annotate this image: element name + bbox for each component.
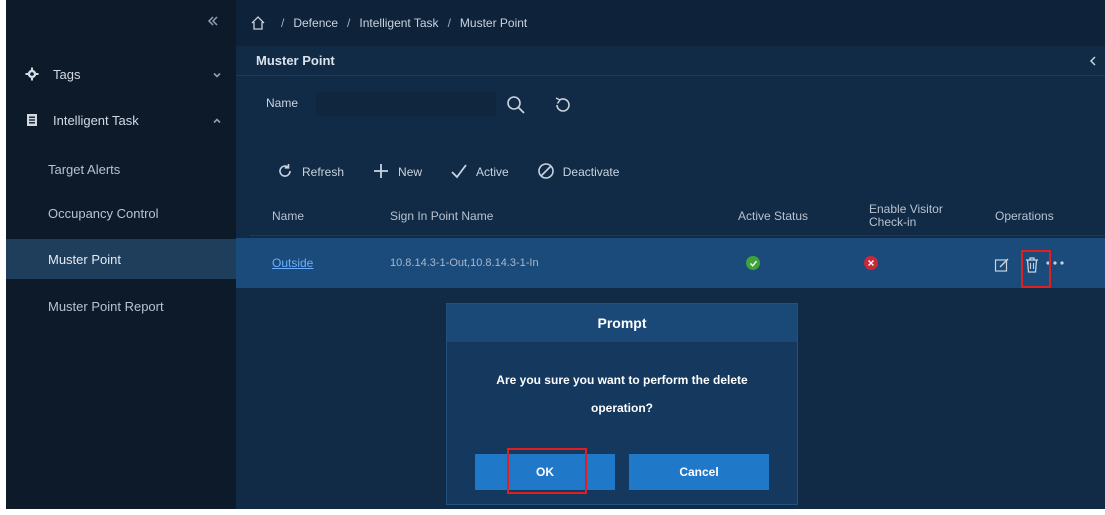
checkmark-icon bbox=[450, 162, 476, 183]
sidebar-group-label: Intelligent Task bbox=[53, 112, 139, 128]
column-header-active-status: Active Status bbox=[738, 208, 809, 223]
active-status-cell bbox=[746, 238, 760, 288]
plus-icon bbox=[372, 162, 398, 183]
breadcrumb-separator: / bbox=[281, 16, 285, 30]
sidebar-item-label: Occupancy Control bbox=[48, 205, 159, 221]
sidebar-item-muster-point[interactable]: Muster Point bbox=[6, 239, 240, 279]
clipboard-icon bbox=[25, 113, 39, 127]
ok-button[interactable]: OK bbox=[475, 454, 615, 490]
collapse-panel-icon[interactable] bbox=[1087, 54, 1099, 68]
sidebar-item-label: Muster Point bbox=[48, 251, 121, 267]
dialog-title: Prompt bbox=[447, 304, 797, 342]
collapse-sidebar-icon[interactable] bbox=[206, 14, 220, 28]
chevron-up-icon bbox=[212, 114, 222, 124]
cancel-button[interactable]: Cancel bbox=[629, 454, 769, 490]
new-label: New bbox=[398, 165, 423, 179]
refresh-button[interactable]: Refresh bbox=[276, 162, 344, 183]
column-header-name: Name bbox=[272, 208, 305, 223]
dialog-message: Are you sure you want to perform the del… bbox=[496, 373, 748, 415]
sidebar: Tags Intelligent Task Target Alerts Occu… bbox=[6, 0, 240, 509]
disabled-status-icon bbox=[864, 256, 878, 270]
sidebar-item-muster-point-report[interactable]: Muster Point Report bbox=[6, 286, 236, 326]
sidebar-group-intelligent-task[interactable]: Intelligent Task bbox=[6, 100, 236, 140]
row-sign-in-point-name: 10.8.14.3-1-Out,10.8.14.3-1-In bbox=[390, 257, 539, 269]
breadcrumb-item-muster-point: Muster Point bbox=[459, 16, 528, 30]
page-title: Muster Point bbox=[236, 46, 1105, 76]
column-header-operations: Operations bbox=[995, 208, 1054, 223]
sidebar-group-label: Tags bbox=[53, 66, 81, 82]
home-icon[interactable] bbox=[250, 15, 266, 31]
active-label: Active bbox=[476, 165, 509, 179]
sidebar-item-label: Target Alerts bbox=[48, 161, 121, 177]
sidebar-item-target-alerts[interactable]: Target Alerts bbox=[6, 149, 236, 189]
row-name-link[interactable]: Outside bbox=[272, 238, 313, 288]
breadcrumb-separator: / bbox=[447, 16, 451, 30]
active-status-icon bbox=[746, 256, 760, 270]
breadcrumb: / Defence / Intelligent Task / Muster Po… bbox=[236, 0, 1105, 46]
deactivate-button[interactable]: Deactivate bbox=[537, 162, 620, 183]
new-button[interactable]: New bbox=[372, 162, 422, 183]
column-header-enable-visitor-checkin: Enable Visitor Check-in bbox=[869, 202, 943, 229]
enable-visitor-status-cell bbox=[864, 238, 878, 288]
sidebar-item-label: Muster Point Report bbox=[48, 298, 164, 314]
gear-icon bbox=[25, 67, 39, 81]
breadcrumb-separator: / bbox=[347, 16, 351, 30]
deactivate-label: Deactivate bbox=[562, 165, 620, 179]
table-header: Name Sign In Point Name Active Status En… bbox=[250, 196, 1105, 236]
reset-icon[interactable] bbox=[552, 94, 574, 116]
name-filter-input[interactable] bbox=[316, 92, 496, 116]
chevron-down-icon bbox=[212, 68, 222, 78]
refresh-label: Refresh bbox=[302, 165, 345, 179]
toolbar: Refresh New Active Deactivate bbox=[276, 160, 647, 184]
search-icon[interactable] bbox=[505, 94, 527, 116]
sidebar-group-tags[interactable]: Tags bbox=[6, 54, 236, 94]
name-filter-label: Name bbox=[266, 96, 299, 110]
edit-icon[interactable] bbox=[994, 257, 1010, 276]
table-row[interactable]: Outside 10.8.14.3-1-Out,10.8.14.3-1-In bbox=[236, 238, 1105, 288]
delete-icon[interactable] bbox=[1024, 256, 1040, 277]
breadcrumb-item-intelligent-task[interactable]: Intelligent Task bbox=[359, 16, 438, 30]
sidebar-item-occupancy-control[interactable]: Occupancy Control bbox=[6, 193, 236, 233]
prohibit-icon bbox=[537, 162, 563, 183]
active-button[interactable]: Active bbox=[450, 162, 509, 183]
more-options-icon[interactable] bbox=[1044, 257, 1066, 272]
refresh-icon bbox=[276, 162, 302, 183]
delete-confirm-dialog: Prompt Are you sure you want to perform … bbox=[447, 304, 797, 504]
column-header-sign-in-point: Sign In Point Name bbox=[390, 208, 494, 223]
breadcrumb-item-defence[interactable]: Defence bbox=[293, 16, 338, 30]
